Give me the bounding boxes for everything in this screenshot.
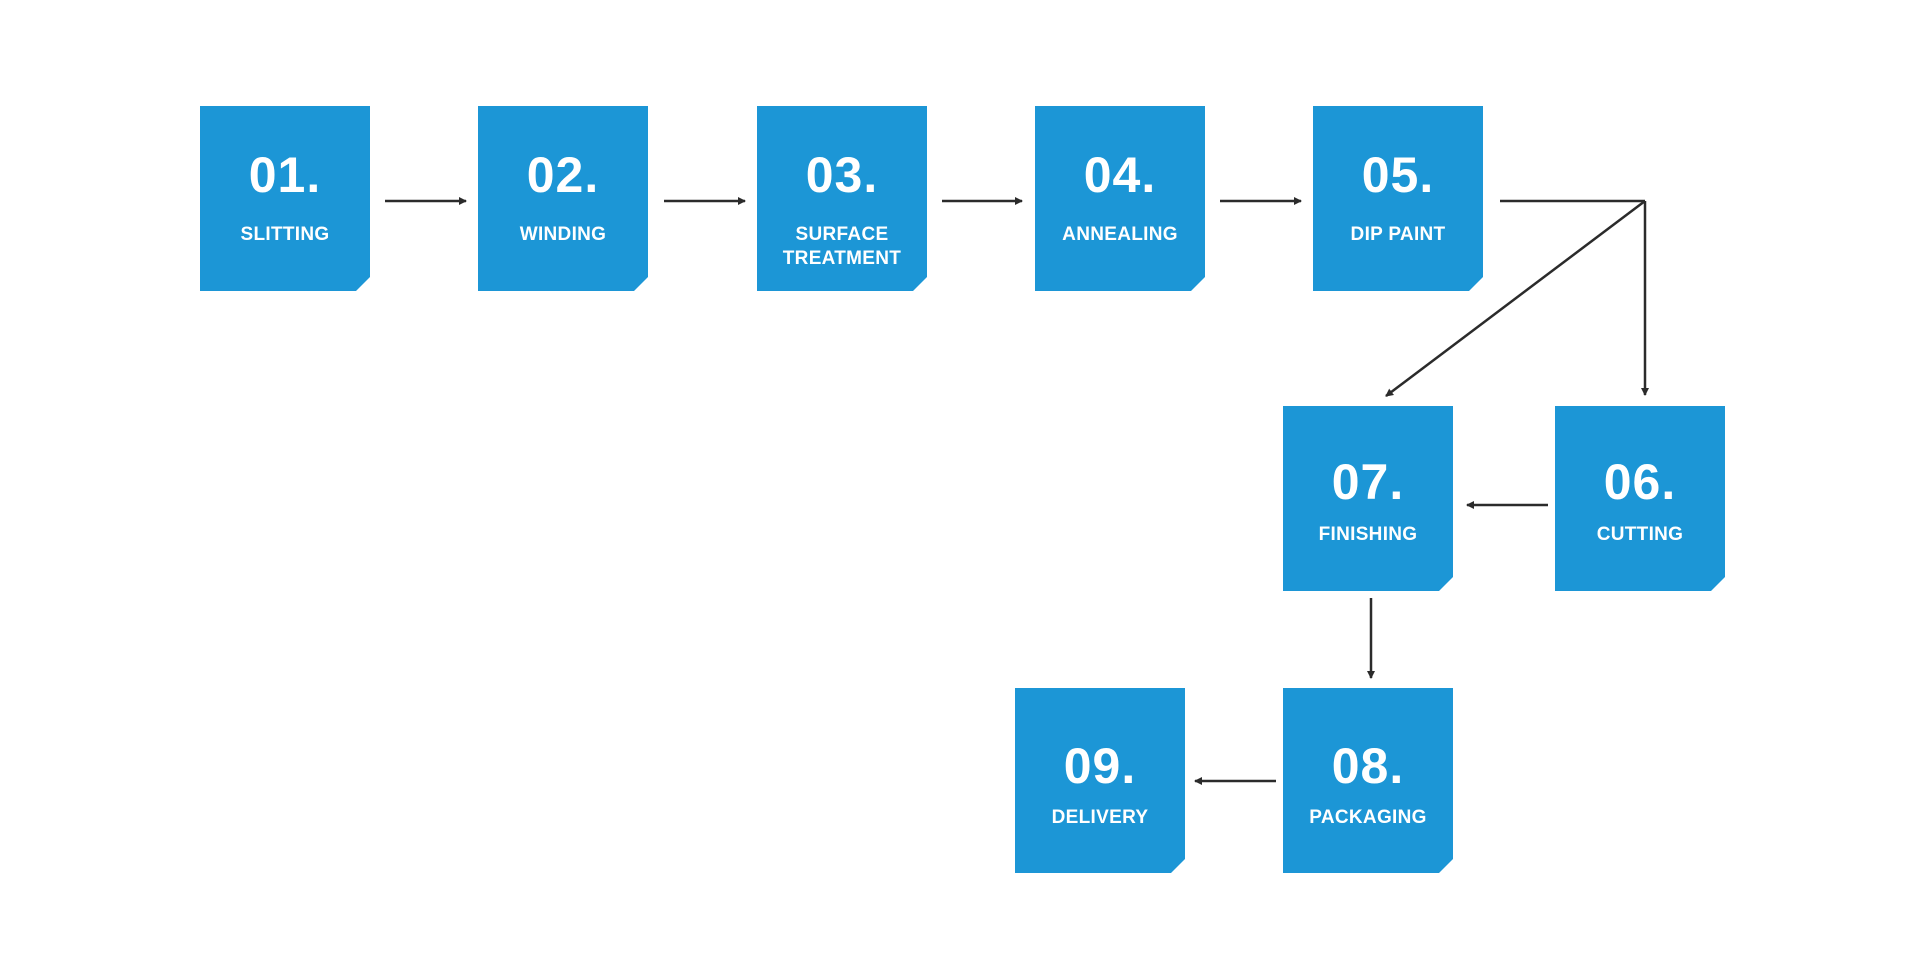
step-annealing: 04. ANNEALING: [1035, 106, 1205, 291]
step-cutting: 06. CUTTING: [1555, 406, 1725, 591]
step-dip-paint: 05. DIP PAINT: [1313, 106, 1483, 291]
step-number: 06.: [1603, 454, 1677, 510]
step-packaging: 08. PACKAGING: [1283, 688, 1453, 873]
step-surface-treatment: 03. SURFACE TREATMENT: [757, 106, 927, 291]
step-label: FINISHING: [1318, 524, 1418, 545]
step-label: DELIVERY: [1051, 807, 1149, 828]
step-label: DIP PAINT: [1350, 224, 1446, 245]
step-number: 08.: [1331, 738, 1405, 794]
step-label: ANNEALING: [1062, 224, 1178, 245]
step-label: PACKAGING: [1309, 807, 1427, 828]
step-number: 02.: [526, 147, 600, 203]
step-label: SLITTING: [240, 224, 330, 245]
step-slitting: 01. SLITTING: [200, 106, 370, 291]
step-label: SURFACE TREATMENT: [782, 224, 902, 269]
step-number: 01.: [248, 147, 322, 203]
step-label: CUTTING: [1596, 524, 1684, 545]
step-finishing: 07. FINISHING: [1283, 406, 1453, 591]
step-number: 09.: [1063, 738, 1137, 794]
step-number: 04.: [1083, 147, 1157, 203]
step-number: 07.: [1331, 454, 1405, 510]
step-delivery: 09. DELIVERY: [1015, 688, 1185, 873]
step-label: WINDING: [519, 224, 607, 245]
step-number: 05.: [1361, 147, 1435, 203]
step-winding: 02. WINDING: [478, 106, 648, 291]
step-number: 03.: [805, 147, 879, 203]
